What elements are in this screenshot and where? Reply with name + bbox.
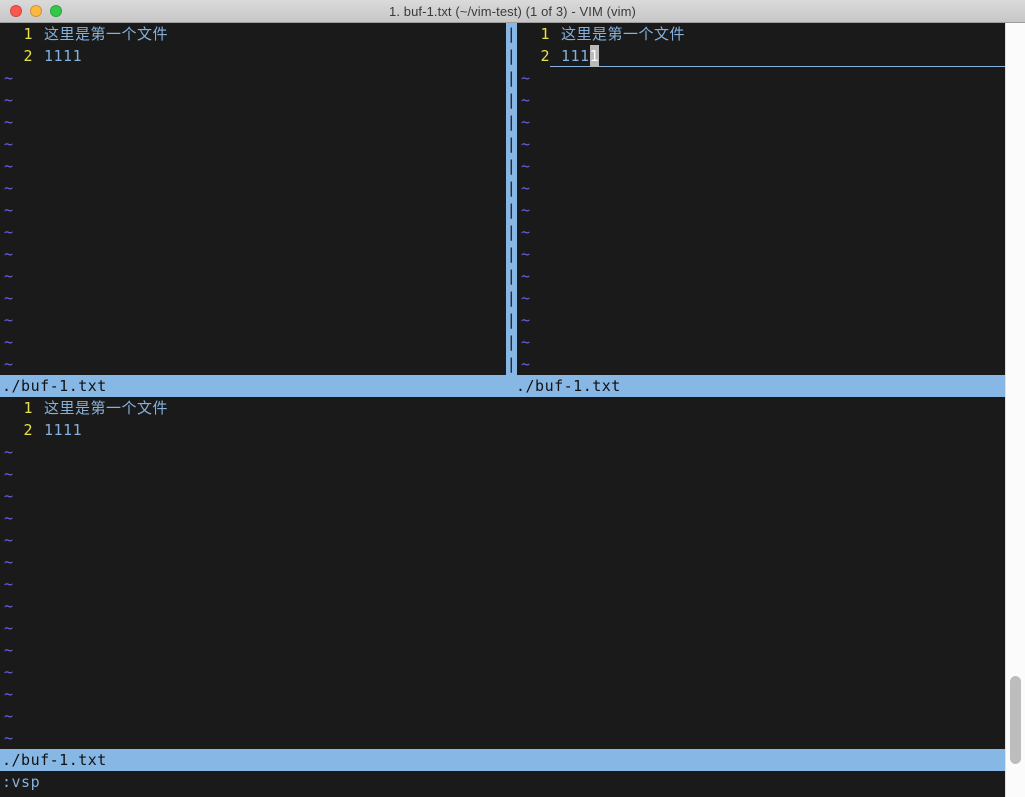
tilde-empty-line: ~ bbox=[0, 705, 1005, 727]
tilde-empty-line: ~ bbox=[0, 441, 1005, 463]
line-text: 1111 bbox=[33, 419, 1005, 441]
separator-glyph: | bbox=[506, 221, 517, 243]
scrollbar-track[interactable] bbox=[1005, 23, 1025, 797]
tilde-empty-line: ~ bbox=[0, 265, 506, 287]
tilde-empty-line: ~ bbox=[0, 485, 1005, 507]
line-text: 1111 bbox=[550, 45, 1005, 67]
separator-glyph: | bbox=[506, 23, 517, 45]
separator-glyph: | bbox=[506, 353, 517, 375]
vim-window-top-left[interactable]: 1这里是第一个文件21111~~~~~~~~~~~~~~ bbox=[0, 23, 506, 375]
separator-glyph: | bbox=[506, 155, 517, 177]
tilde-empty-line: ~ bbox=[517, 265, 1005, 287]
tilde-empty-line: ~ bbox=[517, 199, 1005, 221]
line-text: 这里是第一个文件 bbox=[550, 23, 1005, 45]
buffer-line: 1这里是第一个文件 bbox=[0, 397, 1005, 419]
tilde-empty-line: ~ bbox=[0, 573, 1005, 595]
scrollbar-thumb[interactable] bbox=[1010, 676, 1021, 764]
buffer-line: 21111 bbox=[517, 45, 1005, 67]
line-number: 2 bbox=[0, 45, 33, 67]
tilde-empty-line: ~ bbox=[0, 683, 1005, 705]
separator-glyph: | bbox=[506, 133, 517, 155]
line-text: 这里是第一个文件 bbox=[33, 397, 1005, 419]
tilde-empty-line: ~ bbox=[0, 353, 506, 375]
separator-glyph: | bbox=[506, 199, 517, 221]
separator-glyph: | bbox=[506, 331, 517, 353]
tilde-empty-line: ~ bbox=[0, 463, 1005, 485]
tilde-empty-line: ~ bbox=[517, 353, 1005, 375]
separator-glyph: | bbox=[506, 67, 517, 89]
separator-glyph: | bbox=[506, 111, 517, 133]
separator-glyph: | bbox=[506, 287, 517, 309]
tilde-empty-line: ~ bbox=[517, 111, 1005, 133]
separator-glyph: | bbox=[506, 177, 517, 199]
tilde-empty-line: ~ bbox=[0, 177, 506, 199]
tilde-empty-line: ~ bbox=[0, 199, 506, 221]
tilde-empty-line: ~ bbox=[0, 111, 506, 133]
statusline-filename-left: ./buf-1.txt bbox=[2, 375, 107, 397]
titlebar: 1. buf-1.txt (~/vim-test) (1 of 3) - VIM… bbox=[0, 0, 1025, 23]
buffer-line: 1这里是第一个文件 bbox=[0, 23, 506, 45]
line-text: 这里是第一个文件 bbox=[33, 23, 506, 45]
line-number: 1 bbox=[517, 23, 550, 45]
close-button[interactable] bbox=[10, 5, 22, 17]
tilde-empty-line: ~ bbox=[0, 67, 506, 89]
minimize-button[interactable] bbox=[30, 5, 42, 17]
statusline-bottom[interactable]: ./buf-1.txt bbox=[0, 749, 1005, 771]
buffer-line: 21111 bbox=[0, 45, 506, 67]
buffer-line: 21111 bbox=[0, 419, 1005, 441]
tilde-empty-line: ~ bbox=[0, 551, 1005, 573]
zoom-button[interactable] bbox=[50, 5, 62, 17]
tilde-empty-line: ~ bbox=[0, 309, 506, 331]
command-line[interactable]: :vsp bbox=[2, 771, 1005, 793]
buffer-line: 1这里是第一个文件 bbox=[517, 23, 1005, 45]
statusline-filename-right: ./buf-1.txt bbox=[516, 375, 621, 397]
statusline-top[interactable]: ./buf-1.txt ./buf-1.txt bbox=[0, 375, 1005, 397]
tilde-empty-line: ~ bbox=[517, 331, 1005, 353]
tilde-empty-line: ~ bbox=[0, 243, 506, 265]
window-title: 1. buf-1.txt (~/vim-test) (1 of 3) - VIM… bbox=[389, 4, 636, 19]
tilde-empty-line: ~ bbox=[0, 221, 506, 243]
traffic-lights bbox=[10, 5, 62, 17]
tilde-empty-line: ~ bbox=[0, 89, 506, 111]
tilde-empty-line: ~ bbox=[0, 287, 506, 309]
block-cursor: 1 bbox=[590, 45, 600, 67]
vim-screen: 1这里是第一个文件21111~~~~~~~~~~~~~~ |||||||||||… bbox=[0, 23, 1005, 797]
tilde-empty-line: ~ bbox=[517, 243, 1005, 265]
vertical-separator[interactable]: |||||||||||||||| bbox=[506, 23, 517, 375]
tilde-empty-line: ~ bbox=[0, 727, 1005, 749]
tilde-empty-line: ~ bbox=[0, 507, 1005, 529]
line-number: 2 bbox=[0, 419, 33, 441]
tilde-empty-line: ~ bbox=[0, 617, 1005, 639]
line-text: 1111 bbox=[33, 45, 506, 67]
tilde-empty-line: ~ bbox=[0, 595, 1005, 617]
line-number: 1 bbox=[0, 397, 33, 419]
vim-window-top-right[interactable]: 1这里是第一个文件21111~~~~~~~~~~~~~~ bbox=[517, 23, 1005, 375]
vim-app-window: 1. buf-1.txt (~/vim-test) (1 of 3) - VIM… bbox=[0, 0, 1025, 797]
tilde-empty-line: ~ bbox=[517, 89, 1005, 111]
separator-glyph: | bbox=[506, 265, 517, 287]
tilde-empty-line: ~ bbox=[0, 155, 506, 177]
tilde-empty-line: ~ bbox=[517, 67, 1005, 89]
tilde-empty-line: ~ bbox=[0, 661, 1005, 683]
tilde-empty-line: ~ bbox=[0, 133, 506, 155]
tilde-empty-line: ~ bbox=[517, 309, 1005, 331]
tilde-empty-line: ~ bbox=[517, 155, 1005, 177]
separator-glyph: | bbox=[506, 309, 517, 331]
vim-window-bottom[interactable]: 1这里是第一个文件21111~~~~~~~~~~~~~~ bbox=[0, 397, 1005, 749]
line-number: 2 bbox=[517, 45, 550, 67]
tilde-empty-line: ~ bbox=[517, 133, 1005, 155]
line-number: 1 bbox=[0, 23, 33, 45]
tilde-empty-line: ~ bbox=[517, 221, 1005, 243]
separator-glyph: | bbox=[506, 45, 517, 67]
tilde-empty-line: ~ bbox=[0, 331, 506, 353]
tilde-empty-line: ~ bbox=[0, 529, 1005, 551]
tilde-empty-line: ~ bbox=[0, 639, 1005, 661]
statusline-filename-bottom: ./buf-1.txt bbox=[2, 749, 107, 771]
separator-glyph: | bbox=[506, 243, 517, 265]
tilde-empty-line: ~ bbox=[517, 287, 1005, 309]
tilde-empty-line: ~ bbox=[517, 177, 1005, 199]
separator-glyph: | bbox=[506, 89, 517, 111]
